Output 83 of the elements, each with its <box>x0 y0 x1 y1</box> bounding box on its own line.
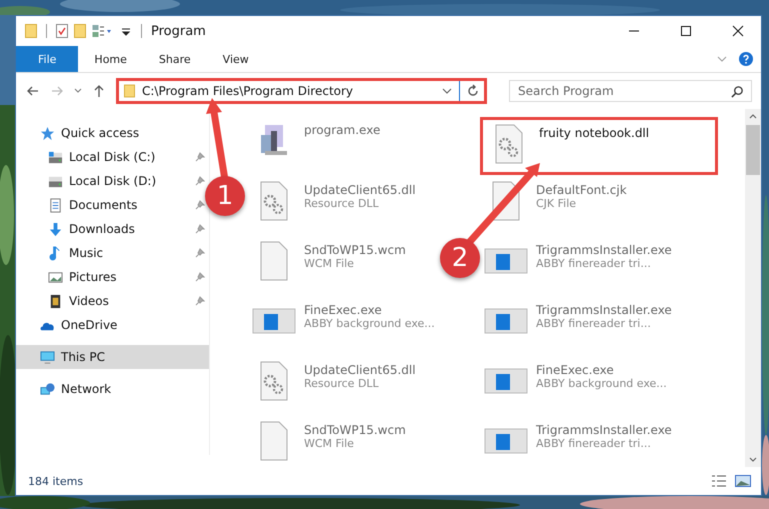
file-type: Resource DLL <box>304 197 380 210</box>
sidebar-item[interactable]: OneDrive <box>16 313 209 337</box>
sidebar-label: This PC <box>61 350 105 364</box>
properties-icon[interactable] <box>56 24 68 38</box>
file-name: TrigrammsInstaller.exe <box>536 423 672 437</box>
expand-ribbon-icon[interactable] <box>717 56 727 62</box>
search-field[interactable]: Search Program <box>509 80 752 102</box>
file-item[interactable]: FineExec.exe ABBY background exe... <box>480 357 671 405</box>
sidebar-label: Local Disk (D:) <box>69 174 156 188</box>
sidebar-label: Quick access <box>61 126 140 140</box>
sidebar-label: Local Disk (C:) <box>69 150 156 164</box>
star-icon <box>40 126 55 140</box>
network-icon <box>40 382 55 396</box>
file-item[interactable]: TrigrammsInstaller.exe ABBY finereader tri... <box>480 297 676 345</box>
file-type: ABBY background exe... <box>536 377 667 390</box>
file-item[interactable]: SndToWP15.wcm WCM File <box>248 417 410 465</box>
file-name: fruity notebook.dll <box>539 126 650 140</box>
drive-icon <box>48 150 63 164</box>
sidebar-item[interactable]: Quick access <box>16 121 209 145</box>
picture-icon <box>48 270 63 284</box>
file-type: ABBY finereader tri... <box>536 317 652 330</box>
monitor-icon <box>40 350 55 364</box>
sidebar-label: Music <box>69 246 104 260</box>
item-count: 184 items <box>28 474 84 488</box>
sidebar-item[interactable]: Pictures <box>16 265 209 289</box>
file-name: FineExec.exe <box>304 303 383 317</box>
sidebar-item[interactable]: Music <box>16 241 209 265</box>
sidebar-item[interactable]: Network <box>16 377 209 401</box>
scroll-down-icon[interactable] <box>749 457 757 463</box>
address-field[interactable]: C:\Program Files\Program Directory <box>116 78 487 104</box>
dropdown-icon[interactable] <box>442 88 452 94</box>
search-icon <box>731 85 744 98</box>
film-icon <box>48 294 63 308</box>
file-item[interactable]: SndToWP15.wcm WCM File <box>248 237 410 285</box>
file-item[interactable]: program.exe <box>248 117 384 165</box>
file-item[interactable]: TrigrammsInstaller.exe ABBY finereader tri... <box>480 417 676 465</box>
document-icon <box>48 198 63 212</box>
file-name: program.exe <box>304 123 380 137</box>
sidebar-label: Downloads <box>69 222 135 236</box>
file-item[interactable]: UpdateClient65.dll Resource DLL <box>248 357 420 405</box>
scroll-thumb[interactable] <box>746 125 760 175</box>
window-title: Program <box>151 24 206 38</box>
scrollbar[interactable] <box>745 109 761 467</box>
file-name: SndToWP15.wcm <box>304 423 406 437</box>
file-item[interactable]: fruity notebook.dll <box>480 117 718 175</box>
help-icon[interactable] <box>739 52 753 66</box>
sidebar-item[interactable]: This PC <box>16 345 209 369</box>
scroll-up-icon[interactable] <box>749 113 757 119</box>
file-name: FineExec.exe <box>536 363 615 377</box>
sidebar-item[interactable]: Local Disk (C:) <box>16 145 209 169</box>
sidebar-label: Videos <box>69 294 109 308</box>
ribbon-tab[interactable]: File <box>16 46 78 72</box>
file-name: DefaultFont.cjk <box>536 183 627 197</box>
file-item[interactable]: TrigrammsInstaller.exe ABBY finereader tri... <box>480 237 676 285</box>
file-name: UpdateClient65.dll <box>304 363 416 377</box>
file-name: TrigrammsInstaller.exe <box>536 303 672 317</box>
download-icon <box>48 222 63 236</box>
file-type: ABBY finereader tri... <box>536 437 652 450</box>
back-icon[interactable] <box>26 84 40 98</box>
file-type: CJK File <box>536 197 578 210</box>
folder-icon <box>124 84 135 98</box>
sidebar-label: Documents <box>69 198 138 212</box>
sidebar-label: Pictures <box>69 270 117 284</box>
view-icon[interactable] <box>92 24 114 38</box>
up-icon[interactable] <box>92 84 106 98</box>
thumbnail-view-icon[interactable] <box>735 474 751 488</box>
sidebar-item[interactable]: Downloads <box>16 217 209 241</box>
file-type: WCM File <box>304 257 355 270</box>
file-type: ABBY background exe... <box>304 317 435 330</box>
file-type: ABBY finereader tri... <box>536 257 652 270</box>
file-name: SndToWP15.wcm <box>304 243 406 257</box>
file-name: UpdateClient65.dll <box>304 183 416 197</box>
sidebar-label: OneDrive <box>61 318 118 332</box>
sidebar-item[interactable]: Videos <box>16 289 209 313</box>
file-item[interactable]: UpdateClient65.dll Resource DLL <box>248 177 420 225</box>
file-type: WCM File <box>304 437 355 450</box>
file-name: TrigrammsInstaller.exe <box>536 243 672 257</box>
sidebar-label: Network <box>61 382 112 396</box>
file-item[interactable]: FineExec.exe ABBY background exe... <box>248 297 439 345</box>
recent-icon[interactable] <box>74 88 82 94</box>
file-type: Resource DLL <box>304 377 380 390</box>
file-item[interactable]: DefaultFont.cjk CJK File <box>480 177 631 225</box>
details-view-icon[interactable] <box>711 474 727 488</box>
